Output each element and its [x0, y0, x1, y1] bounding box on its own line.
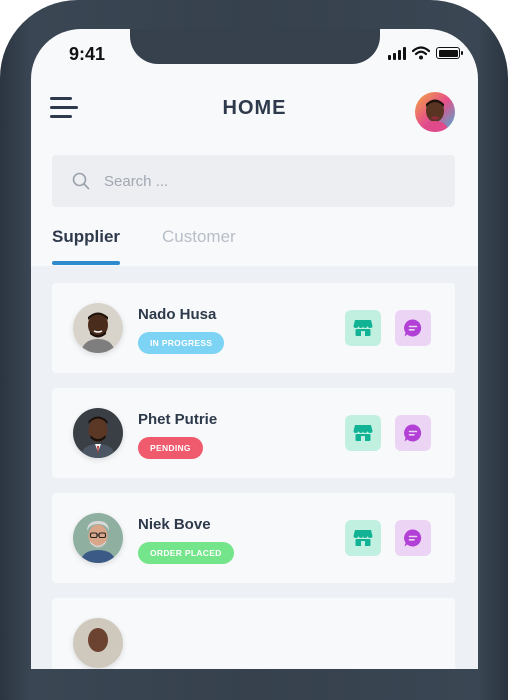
search-input[interactable] [102, 171, 406, 191]
tab-supplier[interactable]: Supplier [52, 227, 120, 247]
chat-button[interactable] [395, 520, 431, 556]
tab-customer[interactable]: Customer [162, 227, 236, 247]
chat-button[interactable] [395, 415, 431, 451]
chat-button[interactable] [395, 310, 431, 346]
status-badge: PENDING [138, 437, 203, 459]
active-tab-indicator [52, 261, 120, 265]
status-icons [388, 46, 463, 60]
chat-icon [404, 424, 422, 442]
status-time: 9:41 [69, 44, 106, 64]
supplier-avatar [73, 513, 123, 563]
supplier-list: Nado Husa IN PROGRESS Phet Putrie PENDIN… [31, 266, 478, 669]
supplier-card[interactable] [52, 598, 455, 669]
app-screen: 9:41 HOME Search ... Supplier Customer N… [31, 29, 478, 669]
supplier-name: Phet Putrie [138, 411, 218, 428]
store-button[interactable] [345, 310, 381, 346]
store-icon [353, 530, 373, 546]
chat-icon [404, 319, 422, 337]
status-badge: ORDER PLACED [138, 542, 234, 564]
supplier-name: Niek Bove [138, 516, 211, 533]
chat-icon [404, 529, 422, 547]
supplier-avatar [73, 618, 123, 668]
store-button[interactable] [345, 415, 381, 451]
status-badge: IN PROGRESS [138, 332, 225, 354]
wifi-icon [412, 46, 430, 60]
store-icon [353, 320, 373, 336]
store-icon [353, 425, 373, 441]
supplier-card[interactable]: Niek Bove ORDER PLACED [52, 493, 455, 583]
supplier-avatar [73, 303, 123, 353]
supplier-card[interactable]: Nado Husa IN PROGRESS [52, 283, 455, 373]
supplier-card[interactable]: Phet Putrie PENDING [52, 388, 455, 478]
signal-icon [388, 46, 406, 60]
page-title: HOME [222, 97, 287, 119]
store-button[interactable] [345, 520, 381, 556]
search-box[interactable] [52, 155, 455, 207]
supplier-avatar [73, 408, 123, 458]
supplier-name: Nado Husa [138, 306, 217, 323]
user-avatar[interactable] [415, 92, 455, 132]
device-notch [130, 29, 380, 64]
search-icon [72, 172, 90, 190]
battery-icon [436, 47, 463, 59]
